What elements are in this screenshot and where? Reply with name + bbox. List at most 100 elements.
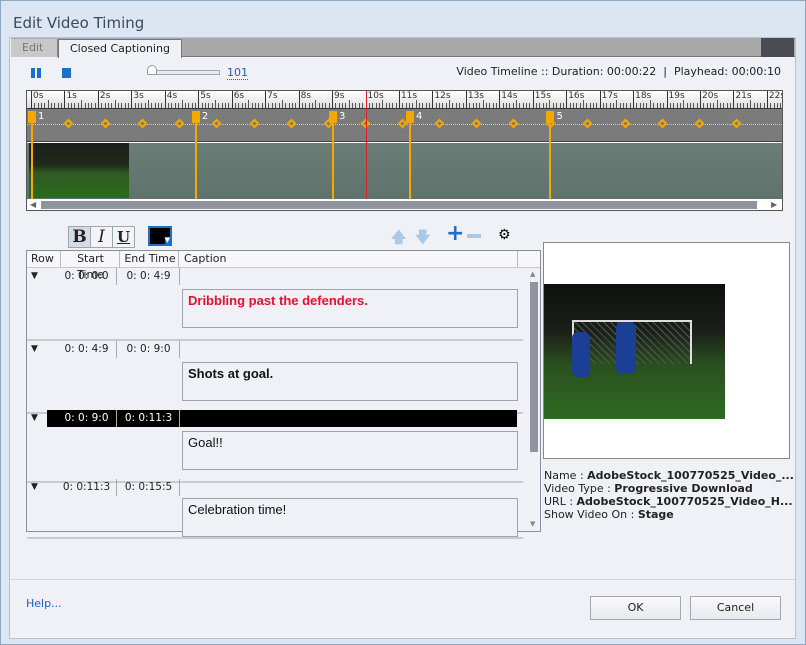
ruler-tick xyxy=(499,91,501,108)
bold-button[interactable]: B xyxy=(68,226,91,248)
keyframe-diamond-icon[interactable] xyxy=(657,118,668,129)
pause-button[interactable] xyxy=(31,68,41,78)
video-track xyxy=(27,143,782,199)
caption-marker-track[interactable] xyxy=(27,109,782,142)
underline-button[interactable]: U xyxy=(112,226,135,248)
keyframe-diamond-icon[interactable] xyxy=(471,118,482,129)
minus-icon[interactable] xyxy=(467,234,481,238)
caption-text-input[interactable]: Shots at goal. xyxy=(182,362,518,401)
scroll-right-icon[interactable]: ▶ xyxy=(771,200,777,209)
table-scrollbar[interactable]: ▲ ▼ xyxy=(528,268,540,532)
caption-text-input[interactable]: Dribbling past the defenders. xyxy=(182,289,518,328)
ruler-tick xyxy=(31,91,32,108)
video-preview xyxy=(544,284,725,419)
scroll-down-icon[interactable]: ▼ xyxy=(530,520,535,528)
ruler-label: 16s xyxy=(568,91,585,101)
expand-toggle-icon[interactable]: ▼ xyxy=(31,482,38,492)
ruler-label: 7s xyxy=(267,91,278,101)
table-row[interactable]: ▼ 0: 0: 9:0 0: 0:11:3 Goal!! xyxy=(27,410,523,483)
ruler-tick xyxy=(566,91,568,108)
ruler-label: 21s xyxy=(735,91,752,101)
cancel-button[interactable]: Cancel xyxy=(690,596,781,620)
ok-button[interactable]: OK xyxy=(590,596,681,620)
expand-toggle-icon[interactable]: ▼ xyxy=(31,344,38,354)
timeline-status: Video Timeline :: Duration: 00:00:22 | P… xyxy=(456,65,781,78)
text-color-picker[interactable]: ▼ xyxy=(148,226,172,246)
pause-icon xyxy=(31,68,35,78)
caption-table: Row Start Time End Time Caption ▼ 0: 0: … xyxy=(26,250,541,539)
keyframe-diamond-icon[interactable] xyxy=(137,118,148,129)
scroll-up-icon[interactable]: ▲ xyxy=(530,270,535,278)
ruler-label: 15s xyxy=(534,91,551,101)
table-row[interactable]: ▼ 0: 0: 0:0 0: 0: 4:9 Dribbling past the… xyxy=(27,268,523,341)
caption-text-input[interactable]: Goal!! xyxy=(182,431,518,470)
scrollbar-thumb[interactable] xyxy=(530,282,538,452)
caption-text-input[interactable]: Celebration time! xyxy=(182,498,518,537)
gear-icon[interactable]: ⚙ xyxy=(498,227,511,243)
expand-toggle-icon[interactable]: ▼ xyxy=(31,271,38,281)
start-time-cell[interactable]: 0: 0: 0:0 xyxy=(57,268,117,285)
tab-edit[interactable]: Edit xyxy=(11,39,58,57)
keyframe-diamond-icon[interactable] xyxy=(249,118,259,129)
keyframe-diamond-icon[interactable] xyxy=(434,118,445,129)
video-preview-pane xyxy=(543,242,790,459)
arrow-up-icon[interactable]: 🡅 xyxy=(391,227,406,252)
keyframe-diamond-icon[interactable] xyxy=(731,118,742,129)
zoom-value[interactable]: 101 xyxy=(227,66,248,80)
time-ruler[interactable]: 0s 1s 2s 3s 4s 5s 6s 7s 8s 9s 10s 11s 12s 13s 14s 15s 16… xyxy=(27,91,782,109)
end-time-cell[interactable]: 0: 0:15:5 xyxy=(118,479,180,496)
tab-closed-captioning[interactable]: Closed Captioning xyxy=(58,39,182,58)
expand-toggle-icon[interactable]: ▼ xyxy=(31,413,38,423)
keyframe-diamond-icon[interactable] xyxy=(174,118,185,129)
zoom-slider-thumb[interactable] xyxy=(147,65,157,75)
keyframe-diamond-icon[interactable] xyxy=(582,118,593,129)
ruler-tick xyxy=(733,91,735,108)
video-url: URL : AdobeStock_100770525_Video_H... xyxy=(544,495,793,508)
video-timeline[interactable]: 0s 1s 2s 3s 4s 5s 6s 7s 8s 9s 10s 11s 12s 13s 14s 15s 16… xyxy=(26,90,783,211)
ruler-tick xyxy=(599,91,601,108)
start-time-cell[interactable]: 0: 0: 4:9 xyxy=(57,341,117,358)
start-time-cell[interactable]: 0: 0:11:3 xyxy=(57,479,117,496)
column-header-start-time[interactable]: Start Time xyxy=(62,251,120,281)
keyframe-diamond-icon[interactable] xyxy=(360,118,371,129)
keyframe-diamond-icon[interactable] xyxy=(211,118,222,129)
ruler-label: 18s xyxy=(635,91,652,101)
start-time-cell[interactable]: 0: 0: 9:0 xyxy=(57,410,117,427)
keyframe-diamond-icon[interactable] xyxy=(286,118,297,129)
ruler-tick xyxy=(666,91,668,108)
arrow-down-icon[interactable]: 🡇 xyxy=(415,227,430,252)
tab-bar-end xyxy=(761,38,794,57)
column-header-caption[interactable]: Caption xyxy=(184,251,518,268)
help-link[interactable]: Help... xyxy=(26,597,62,610)
ruler-tick xyxy=(298,91,300,108)
end-time-cell[interactable]: 0: 0:11:3 xyxy=(118,410,180,427)
keyframe-diamond-icon[interactable] xyxy=(100,118,111,129)
keyframe-diamond-icon[interactable] xyxy=(620,118,630,129)
plus-icon[interactable]: + xyxy=(446,221,464,246)
keyframe-diamond-icon[interactable] xyxy=(63,118,74,129)
timeline-scrollbar[interactable]: ◀ ▶ xyxy=(27,199,782,210)
italic-button[interactable]: I xyxy=(90,226,113,248)
table-row[interactable]: ▼ 0: 0: 4:9 0: 0: 9:0 Shots at goal. xyxy=(27,341,523,414)
ruler-label: 8s xyxy=(300,91,312,101)
ruler-label: 14s xyxy=(501,91,518,101)
end-time-cell[interactable]: 0: 0: 4:9 xyxy=(118,268,180,285)
scrollbar-thumb[interactable] xyxy=(41,201,757,209)
keyframe-diamond-icon[interactable] xyxy=(397,118,408,129)
scroll-left-icon[interactable]: ◀ xyxy=(30,200,36,209)
ruler-label: 19s xyxy=(668,91,685,101)
table-row[interactable]: ▼ 0: 0:11:3 0: 0:15:5 Celebration time! xyxy=(27,479,523,539)
ruler-tick xyxy=(131,91,133,108)
ruler-tick xyxy=(532,91,534,108)
column-header-row[interactable]: Row xyxy=(31,251,61,268)
keyframe-diamond-icon[interactable] xyxy=(508,118,519,129)
ruler-label: 0s xyxy=(33,91,44,101)
keyframe-diamond-icon[interactable] xyxy=(323,118,334,129)
keyframe-diamond-icon[interactable] xyxy=(694,118,705,129)
stop-button[interactable] xyxy=(62,68,71,78)
keyframe-diamond-icon[interactable] xyxy=(545,118,556,129)
column-header-end-time[interactable]: End Time xyxy=(122,251,179,268)
video-name: Name : AdobeStock_100770525_Video_... xyxy=(544,469,794,482)
end-time-cell[interactable]: 0: 0: 9:0 xyxy=(118,341,180,358)
zoom-slider[interactable] xyxy=(148,70,220,75)
